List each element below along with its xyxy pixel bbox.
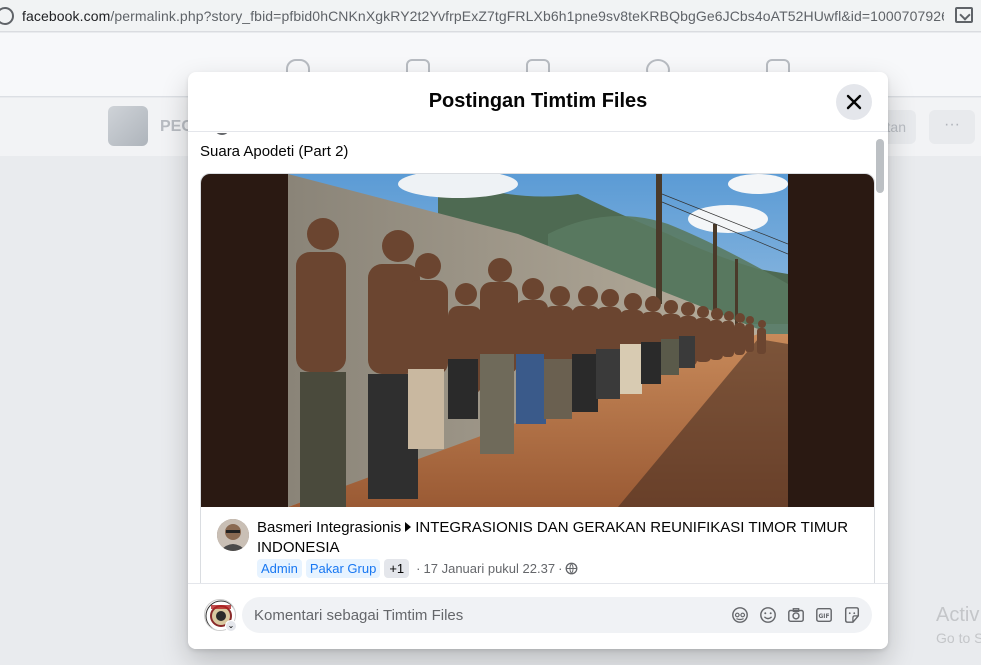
close-button[interactable] xyxy=(836,84,872,120)
sharer-name-link[interactable]: Basmeri Integrasionis xyxy=(257,519,401,536)
sticker-icon[interactable] xyxy=(838,601,866,629)
emoji-icon[interactable] xyxy=(754,601,782,629)
dialog-title: Postingan Timtim Files xyxy=(428,90,648,112)
svg-text:GIF: GIF xyxy=(819,614,830,620)
shared-post-photo[interactable] xyxy=(288,174,788,507)
dialog-header: Postingan Timtim Files xyxy=(188,72,888,132)
dialog-scrollbar[interactable] xyxy=(876,139,884,193)
browser-address-bar[interactable]: facebook.com/permalink.php?story_fbid=pf… xyxy=(0,0,981,32)
group-expert-badge[interactable]: Pakar Grup xyxy=(305,559,381,578)
install-app-icon[interactable] xyxy=(955,7,973,23)
globe-icon xyxy=(565,562,578,575)
shared-post-card[interactable]: Basmeri Integrasionis INTEGRASIONIS DAN G… xyxy=(200,173,875,583)
post-text: Suara Apodeti (Part 2) xyxy=(200,143,349,160)
url-field[interactable]: facebook.com/permalink.php?story_fbid=pf… xyxy=(22,8,944,24)
windows-activation-subtitle: Go to S xyxy=(936,630,981,646)
gif-icon[interactable]: GIF xyxy=(810,601,838,629)
more-badges[interactable]: +1 xyxy=(384,559,410,578)
dialog-body[interactable]: Suara Apodeti (Part 2) Basmeri Integrasi… xyxy=(188,133,888,583)
comment-input[interactable] xyxy=(242,597,726,633)
shared-post-meta: Admin Pakar Grup +1 · 17 Januari pukul 2… xyxy=(257,559,578,578)
avatar-sticker-icon[interactable] xyxy=(726,601,754,629)
sharer-avatar[interactable] xyxy=(217,519,249,551)
account-switch-chevron-icon[interactable]: ⌄ xyxy=(225,620,237,632)
comment-tools: GIF xyxy=(726,601,866,629)
shared-post-photo-frame[interactable] xyxy=(201,174,874,507)
post-author-avatar[interactable] xyxy=(214,133,230,135)
dialog-scroll-track[interactable] xyxy=(876,139,884,577)
shared-post-info: Basmeri Integrasionis INTEGRASIONIS DAN G… xyxy=(201,507,874,583)
more-options-button[interactable]: ··· xyxy=(929,110,975,144)
camera-icon[interactable] xyxy=(782,601,810,629)
shared-to-arrow-icon xyxy=(405,522,412,532)
post-timestamp[interactable]: 17 Januari pukul 22.37 xyxy=(424,561,556,576)
windows-activation-title: Activ xyxy=(936,604,980,626)
site-info-icon[interactable] xyxy=(0,6,14,25)
meta-separator: · xyxy=(416,561,421,576)
comment-box[interactable]: GIF xyxy=(242,597,872,633)
close-icon xyxy=(846,94,862,110)
sharer-line: Basmeri Integrasionis INTEGRASIONIS DAN G… xyxy=(257,518,857,558)
group-thumbnail[interactable] xyxy=(108,106,148,146)
post-dialog: Postingan Timtim Files Suara Apodeti (Pa… xyxy=(188,72,888,649)
admin-badge[interactable]: Admin xyxy=(257,559,302,578)
meta-separator-2: · xyxy=(558,561,563,576)
comment-composer: ⌄ GIF xyxy=(188,583,888,649)
